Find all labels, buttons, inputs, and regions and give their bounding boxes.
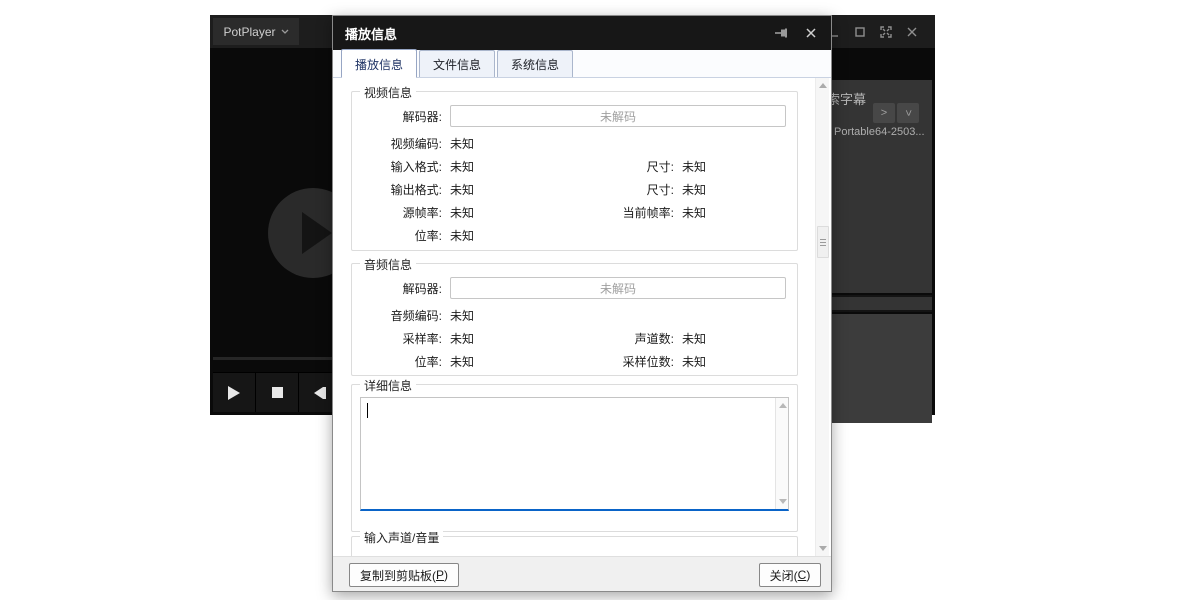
play-button[interactable]	[213, 373, 256, 412]
details-group: 详细信息	[351, 384, 798, 532]
dialog-tabstrip: 播放信息 文件信息 系统信息	[333, 50, 831, 78]
playlist-item[interactable]: Portable64-2503...	[834, 126, 925, 138]
close-icon[interactable]	[905, 25, 919, 39]
playlist-header-label: 索字幕	[832, 89, 866, 108]
scroll-up-icon[interactable]	[819, 83, 827, 88]
audio-decoder-field: 未解码	[450, 277, 786, 299]
audio-info-group: 音频信息 解码器: 未解码 音频编码: 未知 采样率: 未知 声道数: 未知	[351, 263, 798, 376]
tab-system-info[interactable]: 系统信息	[497, 50, 573, 77]
field-label: 采样率:	[362, 330, 442, 347]
field-label: 输出格式:	[362, 181, 442, 198]
field-value: 未知	[450, 204, 568, 221]
dialog-titlebar[interactable]: 播放信息	[333, 16, 831, 50]
pin-icon[interactable]	[775, 26, 789, 40]
button-label: 复制到剪贴板(	[360, 567, 436, 584]
field-label: 源帧率:	[362, 204, 442, 221]
video-decoder-field: 未解码	[450, 105, 786, 127]
field-label: 当前帧率:	[576, 204, 674, 221]
input-volume-group: 输入声道/音量	[351, 536, 798, 556]
details-legend: 详细信息	[360, 377, 416, 394]
audio-info-row: 位率: 未知 采样位数: 未知	[362, 350, 787, 373]
field-label: 采样位数:	[576, 353, 674, 370]
field-value: 未知	[450, 135, 568, 152]
fullscreen-icon[interactable]	[879, 25, 893, 39]
video-info-row: 输入格式: 未知 尺寸: 未知	[362, 155, 787, 178]
playlist-expand-button[interactable]: >	[897, 103, 919, 123]
close-icon[interactable]	[805, 26, 819, 40]
previous-icon	[314, 387, 326, 399]
video-info-legend: 视频信息	[360, 84, 416, 101]
chevron-down-icon	[281, 29, 289, 34]
field-value: 未知	[682, 353, 787, 370]
scroll-up-icon[interactable]	[779, 403, 787, 408]
field-value: 未知	[682, 181, 787, 198]
playlist-panel: 索字幕 > > Portable64-2503...	[832, 80, 932, 425]
video-info-row: 视频编码: 未知	[362, 132, 787, 155]
scroll-down-icon[interactable]	[779, 499, 787, 504]
audio-decoder-label: 解码器:	[362, 280, 442, 297]
dialog-scrollbar[interactable]	[815, 78, 829, 556]
field-label: 位率:	[362, 227, 442, 244]
audio-info-row: 采样率: 未知 声道数: 未知	[362, 327, 787, 350]
playback-info-dialog: 播放信息 播放信息 文件信息 系统信息 视频信息 解码器: 未解码	[332, 15, 832, 592]
field-value: 未知	[682, 330, 787, 347]
scrollbar-thumb[interactable]	[817, 226, 829, 258]
chevron-down-icon: >	[902, 110, 914, 116]
field-value: 未知	[682, 158, 787, 175]
play-icon	[228, 386, 240, 400]
textarea-scrollbar[interactable]	[775, 398, 788, 509]
input-volume-legend: 输入声道/音量	[360, 529, 443, 546]
dialog-content: 视频信息 解码器: 未解码 视频编码: 未知 输入格式: 未知 尺寸: 未知	[333, 78, 831, 556]
field-value: 未知	[450, 307, 568, 324]
playlist-list: 索字幕 > > Portable64-2503...	[832, 80, 932, 293]
field-label: 声道数:	[576, 330, 674, 347]
chevron-right-icon: >	[881, 107, 887, 119]
dialog-title: 播放信息	[345, 24, 397, 43]
field-label: 视频编码:	[362, 135, 442, 152]
field-label: 尺寸:	[576, 181, 674, 198]
field-label: 音频编码:	[362, 307, 442, 324]
scroll-down-icon[interactable]	[819, 546, 827, 551]
field-label: 尺寸:	[576, 158, 674, 175]
details-textarea[interactable]	[360, 397, 789, 511]
field-value: 未知	[682, 204, 787, 221]
audio-info-row: 音频编码: 未知	[362, 304, 787, 327]
copy-to-clipboard-button[interactable]: 复制到剪贴板(P)	[349, 563, 459, 587]
field-value: 未知	[450, 158, 568, 175]
field-value: 未知	[450, 353, 568, 370]
field-value: 未知	[450, 227, 568, 244]
video-info-row: 输出格式: 未知 尺寸: 未知	[362, 178, 787, 201]
playlist-divider	[832, 295, 932, 312]
tab-file-info[interactable]: 文件信息	[419, 50, 495, 77]
stop-icon	[272, 387, 283, 398]
audio-info-legend: 音频信息	[360, 256, 416, 273]
stop-button[interactable]	[256, 373, 299, 412]
video-info-row: 位率: 未知	[362, 224, 787, 247]
playlist-next-button[interactable]: >	[873, 103, 895, 123]
field-value: 未知	[450, 330, 568, 347]
playlist-lower-section	[832, 314, 932, 423]
button-label: )	[444, 568, 448, 582]
app-menu-button[interactable]: PotPlayer	[213, 18, 299, 45]
button-label: )	[806, 568, 810, 582]
button-accesskey: P	[436, 568, 444, 582]
field-label: 位率:	[362, 353, 442, 370]
video-decoder-label: 解码器:	[362, 108, 442, 125]
video-info-row: 源帧率: 未知 当前帧率: 未知	[362, 201, 787, 224]
field-value: 未知	[450, 181, 568, 198]
maximize-icon[interactable]	[853, 25, 867, 39]
close-button[interactable]: 关闭(C)	[759, 563, 821, 587]
app-menu-label: PotPlayer	[223, 25, 275, 39]
window-controls	[827, 15, 919, 48]
field-label: 输入格式:	[362, 158, 442, 175]
video-info-group: 视频信息 解码器: 未解码 视频编码: 未知 输入格式: 未知 尺寸: 未知	[351, 91, 798, 251]
text-cursor	[367, 403, 368, 418]
button-accesskey: C	[798, 568, 807, 582]
tab-playback-info[interactable]: 播放信息	[341, 49, 417, 78]
dialog-buttonbar: 复制到剪贴板(P) 关闭(C)	[333, 556, 831, 591]
button-label: 关闭(	[770, 567, 798, 584]
